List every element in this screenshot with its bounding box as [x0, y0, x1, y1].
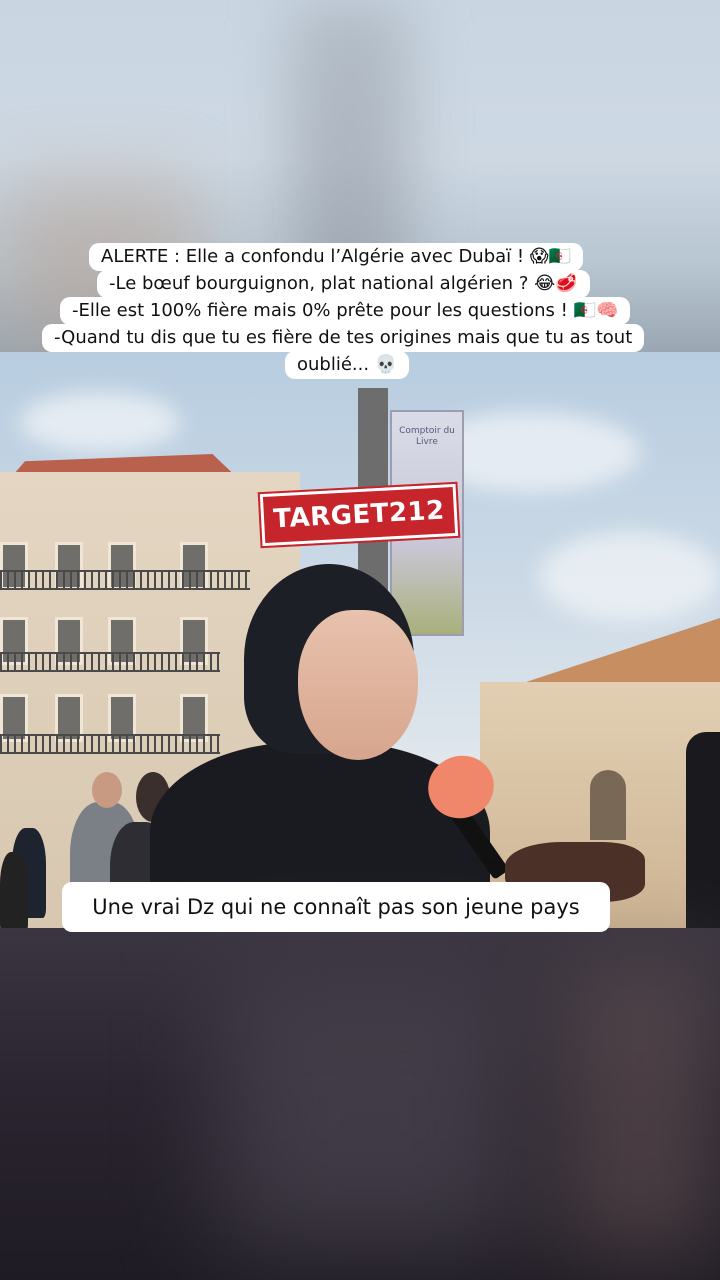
blur-shape [560, 958, 720, 1258]
video-frame[interactable]: Comptoir du Livre [0, 352, 720, 928]
building-arch [590, 770, 626, 840]
passerby [0, 852, 28, 928]
caption-line-2: -Le bœuf bourguignon, plat national algé… [97, 270, 590, 298]
interviewee-face [298, 610, 418, 760]
building-roof-right [520, 618, 720, 684]
video-subtitle: Une vrai Dz qui ne connaît pas son jeune… [62, 882, 610, 932]
balcony [0, 652, 220, 672]
watermark-stamp: TARGET212 [257, 481, 461, 549]
blurred-background-bottom [0, 928, 720, 1280]
cloud [540, 532, 720, 622]
banner-text: Comptoir du Livre [399, 426, 455, 447]
watermark-stamp-text: TARGET212 [272, 495, 446, 535]
blur-shape [220, 968, 520, 1248]
passerby-head [92, 772, 122, 808]
caption-line-5: oublié... 💀 [285, 351, 410, 379]
caption-line-4: -Quand tu dis que tu es fière de tes ori… [42, 324, 645, 352]
interviewer [686, 732, 720, 928]
caption-line-1: ALERTE : Elle a confondu l’Algérie avec … [89, 243, 584, 271]
caption-line-3: -Elle est 100% fière mais 0% prête pour … [60, 297, 631, 325]
cloud [20, 392, 180, 452]
balcony [0, 570, 250, 590]
balcony [0, 734, 220, 754]
